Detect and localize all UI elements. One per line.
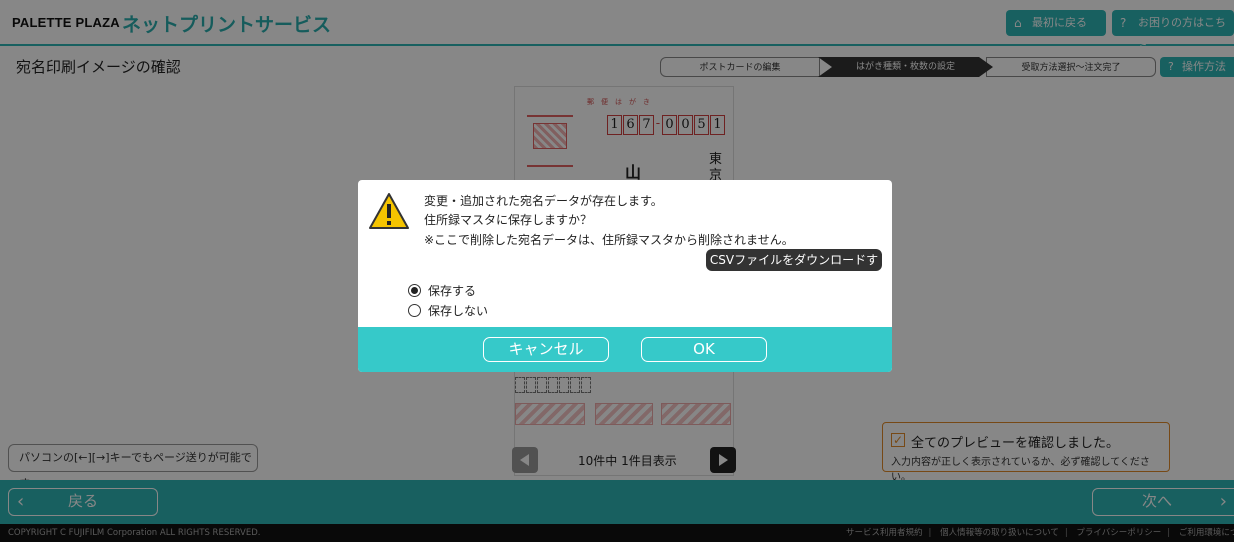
cancel-button[interactable]: キャンセル bbox=[483, 337, 609, 362]
dialog-message-line: 変更・追加された宛名データが存在します。 bbox=[424, 194, 663, 208]
radio-dont-save-label: 保存しない bbox=[428, 304, 489, 318]
dialog-footer: キャンセル OK bbox=[358, 327, 892, 372]
warning-icon bbox=[369, 193, 409, 229]
dialog-message-line: ※ここで削除した宛名データは、住所録マスタから削除されません。 bbox=[424, 233, 794, 247]
save-address-dialog: 変更・追加された宛名データが存在します。 住所録マスタに保存しますか？ ※ここで… bbox=[358, 180, 892, 372]
radio-button[interactable] bbox=[408, 304, 421, 317]
radio-save-label: 保存する bbox=[428, 284, 477, 298]
csv-download-button[interactable]: CSVファイルをダウンロードする bbox=[706, 249, 882, 289]
ok-button[interactable]: OK bbox=[641, 337, 767, 362]
radio-button-checked[interactable] bbox=[408, 284, 421, 297]
dialog-message-line: 住所録マスタに保存しますか？ bbox=[424, 213, 593, 227]
